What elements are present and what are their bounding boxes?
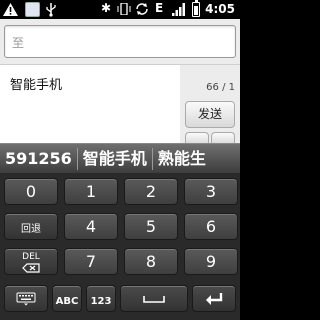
- signal-icon: [172, 3, 185, 16]
- delete-key[interactable]: DEL: [4, 248, 58, 275]
- delete-icon: [22, 263, 40, 273]
- number-mode-key[interactable]: 123: [86, 285, 116, 312]
- abc-mode-key[interactable]: ABC: [52, 285, 82, 312]
- send-panel: 66 / 1 发送: [180, 64, 240, 144]
- backspace-key[interactable]: 回退: [4, 213, 58, 240]
- key-1[interactable]: 1: [64, 178, 118, 205]
- candidate-bar: 591256 智能手机 熟能生: [0, 143, 240, 173]
- candidate-1[interactable]: 591256: [0, 144, 77, 174]
- recipient-placeholder: 至: [12, 36, 25, 50]
- key-4[interactable]: 4: [64, 213, 118, 240]
- keypad: 0 1 2 3 回退 4 5 6 DEL 7 8 9 ABC 123: [0, 173, 240, 320]
- battery-icon: [192, 0, 200, 17]
- message-text: 智能手机: [10, 78, 63, 93]
- message-input[interactable]: 智能手机: [0, 64, 180, 143]
- key-9[interactable]: 9: [184, 248, 238, 275]
- key-7[interactable]: 7: [64, 248, 118, 275]
- candidate-3[interactable]: 熟能生: [153, 144, 211, 174]
- clock: 4:05: [205, 2, 235, 16]
- status-bar: ✱ E 4:05: [0, 0, 240, 19]
- bluetooth-icon: ✱: [101, 1, 112, 15]
- delete-label: DEL: [22, 252, 40, 262]
- network-type: E: [155, 1, 164, 15]
- enter-key[interactable]: [192, 285, 236, 312]
- key-3[interactable]: 3: [184, 178, 238, 205]
- space-icon: [143, 296, 165, 303]
- usb-icon: [46, 3, 56, 17]
- app-icon: [25, 2, 40, 17]
- send-button[interactable]: 发送: [185, 101, 235, 128]
- warning-icon: [3, 3, 18, 16]
- key-6[interactable]: 6: [184, 213, 238, 240]
- recipient-field[interactable]: 至: [4, 25, 236, 58]
- vibrate-icon: [117, 3, 131, 15]
- candidate-2[interactable]: 智能手机: [78, 144, 152, 174]
- char-counter: 66 / 1: [206, 82, 235, 93]
- key-0[interactable]: 0: [4, 178, 58, 205]
- key-2[interactable]: 2: [124, 178, 178, 205]
- compose-area: 至 智能手机 66 / 1 发送: [0, 19, 240, 144]
- keyboard-icon: [16, 292, 36, 306]
- enter-icon: [206, 293, 223, 305]
- keyboard-switch-key[interactable]: [4, 285, 48, 312]
- space-key[interactable]: [120, 285, 188, 312]
- sync-icon: [136, 3, 148, 15]
- key-5[interactable]: 5: [124, 213, 178, 240]
- key-8[interactable]: 8: [124, 248, 178, 275]
